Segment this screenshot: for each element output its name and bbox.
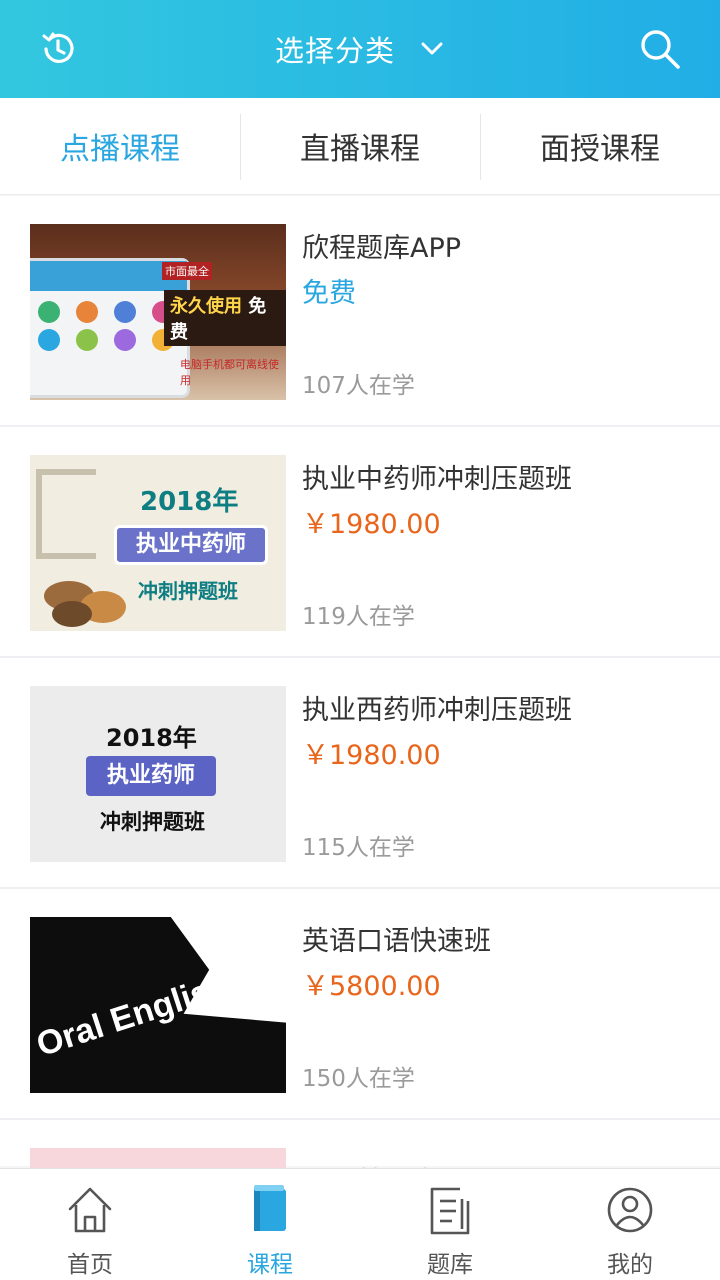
course-price: ￥5800.00: [302, 971, 441, 1002]
tab-in-person[interactable]: 面授课程: [480, 98, 720, 194]
decorative-pattern: [36, 469, 96, 559]
home-icon: [68, 1187, 112, 1233]
nav-home[interactable]: 首页: [0, 1169, 180, 1280]
course-price: ￥1980.00: [302, 740, 441, 771]
course-item-tcm-pharmacist[interactable]: 2018年 执业中药师 冲刺押题班 执业中药师冲刺压题班 ￥1980.00 11…: [0, 427, 720, 658]
nav-label: 课程: [247, 1252, 293, 1278]
thumb-year: 2018年: [140, 487, 239, 517]
nav-courses[interactable]: 课程: [180, 1169, 360, 1280]
course-item-japanese[interactable]: 日语基础班: [0, 1120, 720, 1198]
thumb-band: 执业中药师: [114, 525, 268, 565]
thumb-subtitle: 冲刺押题班: [138, 579, 238, 603]
course-item-oral-english[interactable]: Oral English 英语口语快速班 ￥5800.00 150人在学: [0, 889, 720, 1120]
course-price: 免费: [302, 278, 356, 309]
thumb-slogan: 永久使用 免费: [164, 290, 286, 346]
course-price: ￥1980.00: [302, 509, 441, 540]
nav-label: 我的: [607, 1252, 653, 1278]
course-type-tabs: 点播课程 直播课程 面授课程: [0, 98, 720, 195]
course-item-western-pharmacist[interactable]: 2018年 执业药师 冲刺押题班 执业西药师冲刺压题班 ￥1980.00 115…: [0, 658, 720, 889]
thumb-bottom-text: 电脑手机都可离线使用: [180, 358, 279, 387]
document-list-icon: [430, 1187, 470, 1235]
user-profile-icon: [607, 1187, 653, 1233]
course-thumbnail: 2018年 执业中药师 冲刺押题班: [30, 455, 286, 631]
course-learners: 119人在学: [302, 604, 415, 630]
course-item-app[interactable]: 市面最全 永久使用 免费 电脑手机都可离线使用 欣程题库APP 免费 107人在…: [0, 196, 720, 427]
category-selector[interactable]: 选择分类: [0, 0, 720, 98]
chevron-down-icon: [421, 42, 443, 55]
course-name: 英语口语快速班: [302, 926, 491, 957]
bottom-navigation: 首页 课程 题库 我的: [0, 1168, 720, 1280]
course-learners: 107人在学: [302, 373, 415, 399]
thumb-band: 执业药师: [86, 756, 216, 796]
course-name: 执业西药师冲刺压题班: [302, 695, 572, 726]
tab-live[interactable]: 直播课程: [240, 98, 480, 194]
book-icon: [254, 1185, 286, 1231]
nav-profile[interactable]: 我的: [540, 1169, 720, 1280]
tab-on-demand[interactable]: 点播课程: [0, 98, 240, 194]
course-name: 执业中药师冲刺压题班: [302, 464, 572, 495]
course-name: 欣程题库APP: [302, 233, 462, 264]
page-title: 选择分类: [274, 34, 395, 68]
thumb-year: 2018年: [106, 724, 197, 752]
course-thumbnail: Oral English: [30, 917, 286, 1093]
course-thumbnail: 市面最全 永久使用 免费 电脑手机都可离线使用: [30, 224, 286, 400]
top-bar: 选择分类: [0, 0, 720, 98]
course-thumbnail: 2018年 执业药师 冲刺押题班: [30, 686, 286, 862]
nav-label: 首页: [67, 1252, 113, 1278]
search-icon[interactable]: [638, 27, 682, 71]
thumb-subtitle: 冲刺押题班: [100, 810, 205, 834]
app-root: 选择分类 点播课程 直播课程 面授课程 市面最全 永久使用 免费 电脑手机都可离…: [0, 0, 720, 1280]
course-learners: 150人在学: [302, 1066, 415, 1092]
course-learners: 115人在学: [302, 835, 415, 861]
course-list: 市面最全 永久使用 免费 电脑手机都可离线使用 欣程题库APP 免费 107人在…: [0, 196, 720, 1198]
thumb-tag: 市面最全: [162, 262, 212, 280]
course-thumbnail: [30, 1148, 286, 1168]
nav-label: 题库: [427, 1252, 473, 1278]
nav-question-bank[interactable]: 题库: [360, 1169, 540, 1280]
